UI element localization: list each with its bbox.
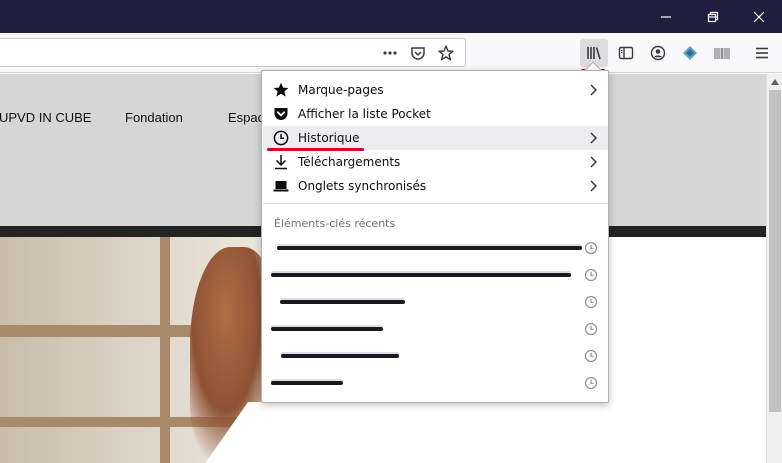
clock-icon (584, 322, 598, 336)
redacted-text (271, 327, 383, 331)
page-actions-button[interactable] (376, 39, 404, 67)
restore-window-button[interactable] (690, 0, 736, 33)
reader-book-icon (714, 48, 730, 59)
recent-highlight-item[interactable] (263, 289, 608, 316)
redacted-text (271, 273, 571, 277)
chevron-right-icon (590, 132, 598, 144)
pocket-icon (411, 47, 425, 60)
minimize-icon (661, 15, 671, 18)
minimize-window-button[interactable] (643, 0, 689, 33)
menu-separator (263, 203, 608, 204)
chevron-right-icon (590, 84, 598, 96)
recent-highlight-item[interactable] (263, 316, 608, 343)
close-window-button[interactable] (736, 0, 782, 33)
pocket-icon (274, 108, 288, 120)
account-button[interactable] (644, 39, 672, 67)
main-menu-button[interactable] (748, 39, 776, 67)
restore-icon (707, 11, 719, 22)
sidebar-button[interactable] (612, 39, 640, 67)
menu-item-label: Onglets synchronisés (298, 179, 427, 193)
scroll-up-arrow[interactable] (767, 74, 782, 90)
hamburger-menu-icon (756, 47, 768, 59)
close-icon (753, 11, 765, 22)
scrollbar-thumb[interactable] (769, 90, 781, 412)
recent-highlight-item[interactable] (263, 235, 608, 262)
menu-item-pocket-list[interactable]: Afficher la liste Pocket (263, 102, 608, 126)
menu-item-history[interactable]: Historique (263, 126, 608, 150)
star-outline-icon (438, 45, 454, 61)
site-nav-link[interactable]: Espac (228, 110, 264, 125)
recent-highlights-title: Éléments-clés récents (274, 217, 396, 230)
save-to-pocket-button[interactable] (404, 39, 432, 67)
menu-item-label: Marque-pages (298, 83, 384, 97)
menu-item-downloads[interactable]: Téléchargements (263, 150, 608, 174)
chevron-right-icon (590, 180, 598, 192)
clock-icon (584, 376, 598, 390)
navigation-toolbar (0, 33, 782, 73)
redacted-text (280, 300, 405, 304)
chevron-up-icon (771, 79, 779, 85)
redacted-text (281, 354, 399, 358)
laptop-icon (273, 181, 289, 192)
library-icon (587, 47, 601, 60)
sidebar-icon (618, 46, 634, 60)
site-nav-link[interactable]: Fondation (125, 110, 183, 125)
chevron-right-icon (590, 156, 598, 168)
more-dots-icon (383, 51, 397, 55)
menu-item-synced-tabs[interactable]: Onglets synchronisés (263, 174, 608, 198)
clock-icon (584, 295, 598, 309)
recent-highlight-item[interactable] (263, 370, 608, 397)
extension-button[interactable] (676, 39, 704, 67)
star-icon (273, 82, 289, 97)
library-panel: Marque-pages Afficher la liste Pocket Hi… (261, 70, 609, 403)
extension-diamond-icon (683, 46, 697, 60)
menu-item-label: Historique (298, 131, 360, 145)
site-nav-link[interactable]: UPVD IN CUBE (0, 110, 91, 125)
clock-icon (273, 130, 289, 146)
menu-item-bookmarks[interactable]: Marque-pages (263, 78, 608, 102)
reader-view-button[interactable] (708, 39, 736, 67)
redacted-text (277, 246, 582, 250)
clock-icon (584, 349, 598, 363)
recent-highlight-item[interactable] (263, 262, 608, 289)
account-icon (650, 45, 666, 61)
bookmark-star-button[interactable] (432, 39, 460, 67)
menu-item-label: Téléchargements (298, 155, 401, 169)
history-annotation-underline (267, 148, 364, 151)
recent-highlight-item[interactable] (263, 343, 608, 370)
download-icon (275, 155, 287, 170)
redacted-text (271, 381, 343, 385)
clock-icon (584, 268, 598, 282)
clock-icon (584, 241, 598, 255)
menu-item-label: Afficher la liste Pocket (298, 107, 431, 121)
page-scrollbar[interactable] (766, 74, 782, 463)
